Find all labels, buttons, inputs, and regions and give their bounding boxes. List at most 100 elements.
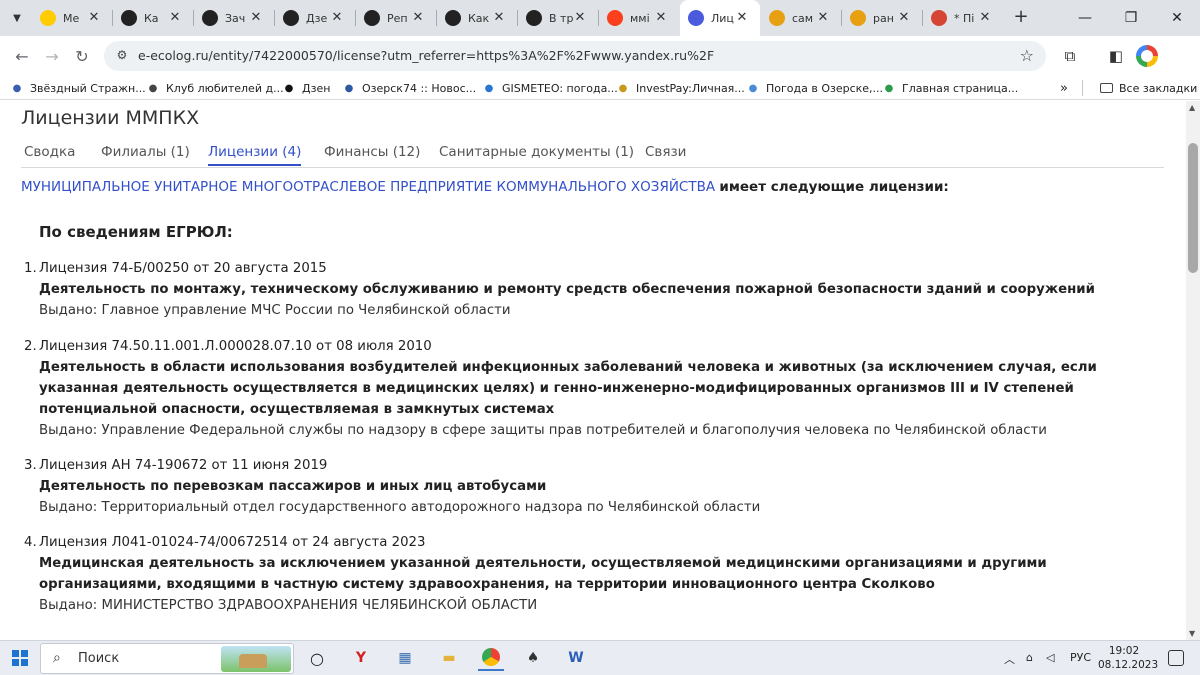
bookmark-star-icon[interactable]: ☆ [1020, 46, 1034, 65]
bookmark-label: Погода в Озерске,... [766, 81, 884, 95]
close-tab-icon[interactable]: ✕ [167, 10, 183, 26]
browser-tab[interactable]: * Пі ✕ [923, 0, 1003, 36]
close-tab-icon[interactable]: ✕ [248, 10, 264, 26]
license-issuer: Выдано: Территориальный отдел государств… [39, 500, 761, 515]
license-activity: Медицинская деятельность за исключением … [39, 556, 1047, 592]
language-indicator[interactable]: РУС [1070, 651, 1091, 664]
license-header: 3. Лицензия АН 74-190672 от 11 июня 2019 [24, 455, 1164, 476]
license-title: Лицензия АН 74-190672 от 11 июня 2019 [39, 458, 328, 473]
coin-icon: ● [618, 82, 628, 94]
section-tab[interactable]: Санитарные документы (1) [439, 144, 634, 160]
section-tab[interactable]: Связи [645, 144, 686, 160]
address-bar[interactable]: ⚙ e-ecolog.ru/entity/7422000570/license?… [104, 41, 1046, 71]
word-icon[interactable]: W [563, 645, 589, 671]
yandex-browser-icon[interactable]: Y [348, 645, 374, 671]
minimize-button[interactable]: — [1062, 0, 1108, 36]
calculator-icon[interactable]: ▦ [392, 645, 418, 671]
close-tab-icon[interactable]: ✕ [815, 10, 831, 26]
file-explorer-icon[interactable]: ▬ [436, 645, 462, 671]
news-icon: ● [344, 82, 354, 94]
reload-icon[interactable]: ↻ [70, 44, 94, 68]
close-tab-icon[interactable]: ✕ [572, 10, 588, 26]
more-bookmarks-button[interactable]: » [1060, 80, 1068, 96]
tab-search-chevron-icon[interactable]: ▼ [6, 7, 28, 29]
license-issuer: Выдано: Главное управление МЧС России по… [39, 303, 511, 318]
search-highlight-image [221, 646, 291, 672]
section-tab[interactable]: Лицензии (4) [208, 144, 302, 166]
side-panel-icon[interactable]: ◧ [1104, 44, 1128, 68]
close-tab-icon[interactable]: ✕ [896, 10, 912, 26]
section-tab[interactable]: Сводка [24, 144, 75, 160]
image-icon [769, 10, 785, 26]
task-view-icon[interactable]: ○ [304, 645, 330, 671]
close-window-button[interactable]: ✕ [1154, 0, 1200, 36]
extensions-icon[interactable]: ⧉ [1058, 44, 1082, 68]
license-activity: Деятельность по монтажу, техническому об… [39, 282, 1095, 297]
chrome-taskbar-icon[interactable] [478, 645, 504, 671]
taskbar-search[interactable]: ⌕ Поиск [40, 643, 294, 674]
windows-start-icon[interactable] [12, 650, 28, 666]
all-bookmarks-label: Все закладки [1119, 81, 1198, 95]
network-icon[interactable]: ⌂ [1026, 651, 1033, 664]
section-tab[interactable]: Финансы (12) [324, 144, 420, 160]
egrul-heading: По сведениям ЕГРЮЛ: [39, 223, 233, 241]
close-tab-icon[interactable]: ✕ [653, 10, 669, 26]
close-tab-icon[interactable]: ✕ [734, 10, 750, 26]
browser-tab[interactable]: ран ✕ [842, 0, 922, 36]
url-text[interactable]: e-ecolog.ru/entity/7422000570/license?ut… [138, 48, 714, 63]
browser-tab[interactable]: Дзе ✕ [275, 0, 355, 36]
bookmarks-divider [1082, 80, 1083, 96]
close-tab-icon[interactable]: ✕ [329, 10, 345, 26]
bookmark-item[interactable]: ● InvestPay:Личная... [616, 80, 745, 96]
volume-icon[interactable]: ◁ [1046, 651, 1054, 664]
forward-arrow-icon[interactable]: → [40, 44, 64, 68]
browser-tab[interactable]: Реп ✕ [356, 0, 436, 36]
close-tab-icon[interactable]: ✕ [977, 10, 993, 26]
license-title: Лицензия Л041-01024-74/00672514 от 24 ав… [39, 535, 426, 550]
bookmark-item[interactable]: ● Клуб любителей д... [146, 80, 284, 96]
scroll-up-icon[interactable]: ▲ [1189, 103, 1195, 112]
clock[interactable]: 19:02 08.12.2023 [1098, 644, 1158, 672]
section-tab[interactable]: Филиалы (1) [101, 144, 190, 160]
browser-tab[interactable]: В тр ✕ [518, 0, 598, 36]
solitaire-icon[interactable]: ♠ [520, 645, 546, 671]
bookmark-item[interactable]: ● Главная страница... [882, 80, 1019, 96]
back-arrow-icon[interactable]: ← [10, 44, 34, 68]
browser-tab[interactable]: Лиц ✕ [680, 0, 760, 36]
show-hidden-icons-icon[interactable]: ︿ [1004, 651, 1015, 667]
bookmark-label: Главная страница... [902, 81, 1019, 95]
browser-tab[interactable]: Зач ✕ [194, 0, 274, 36]
search-placeholder: Поиск [78, 651, 120, 666]
bookmark-item[interactable]: ● Озерск74 :: Новос... [342, 80, 476, 96]
plus-circle-icon [364, 10, 380, 26]
browser-tab[interactable]: Ме ✕ [32, 0, 112, 36]
bookmark-item[interactable]: ● Звёздный Стражн... [10, 80, 146, 96]
new-tab-button[interactable]: + [1010, 7, 1032, 29]
close-tab-icon[interactable]: ✕ [491, 10, 507, 26]
site-settings-icon[interactable]: ⚙ [114, 48, 130, 64]
browser-tab[interactable]: ммі ✕ [599, 0, 679, 36]
bookmark-item[interactable]: ● Погода в Озерске,... [746, 80, 883, 96]
page-scrollbar[interactable]: ▲ ▼ [1186, 101, 1200, 640]
restore-button[interactable]: ❐ [1108, 0, 1154, 36]
scroll-down-icon[interactable]: ▼ [1189, 629, 1195, 638]
tab-strip: ▼ Ме ✕ Ка ✕ Зач ✕ Дзе ✕ Реп ✕ Как ✕ В тр ✕ ммі ✕ Лиц ✕ сам… [0, 0, 1200, 36]
bookmark-label: Звёздный Стражн... [30, 81, 146, 95]
page-title: Лицензии ММПКХ [21, 107, 200, 129]
close-tab-icon[interactable]: ✕ [86, 10, 102, 26]
profile-avatar[interactable] [1136, 45, 1158, 67]
scroll-thumb[interactable] [1188, 143, 1198, 273]
browser-tab[interactable]: Ка ✕ [113, 0, 193, 36]
all-bookmarks-button[interactable]: Все закладки [1100, 80, 1197, 96]
bookmark-item[interactable]: ● Дзен [282, 80, 331, 96]
close-tab-icon[interactable]: ✕ [410, 10, 426, 26]
browser-tab[interactable]: сам ✕ [761, 0, 841, 36]
plus-circle-icon [202, 10, 218, 26]
license-item: 2. Лицензия 74.50.11.001.Л.000028.07.10 о… [24, 336, 1164, 441]
license-number: 4. [24, 535, 37, 550]
license-header: 2. Лицензия 74.50.11.001.Л.000028.07.10 о… [24, 336, 1164, 357]
browser-tab[interactable]: Как ✕ [437, 0, 517, 36]
company-link[interactable]: МУНИЦИПАЛЬНОЕ УНИТАРНОЕ МНОГООТРАСЛЕВОЕ … [21, 179, 715, 195]
bookmark-item[interactable]: ● GISMETEO: погода... [482, 80, 618, 96]
notifications-icon[interactable] [1168, 650, 1184, 666]
